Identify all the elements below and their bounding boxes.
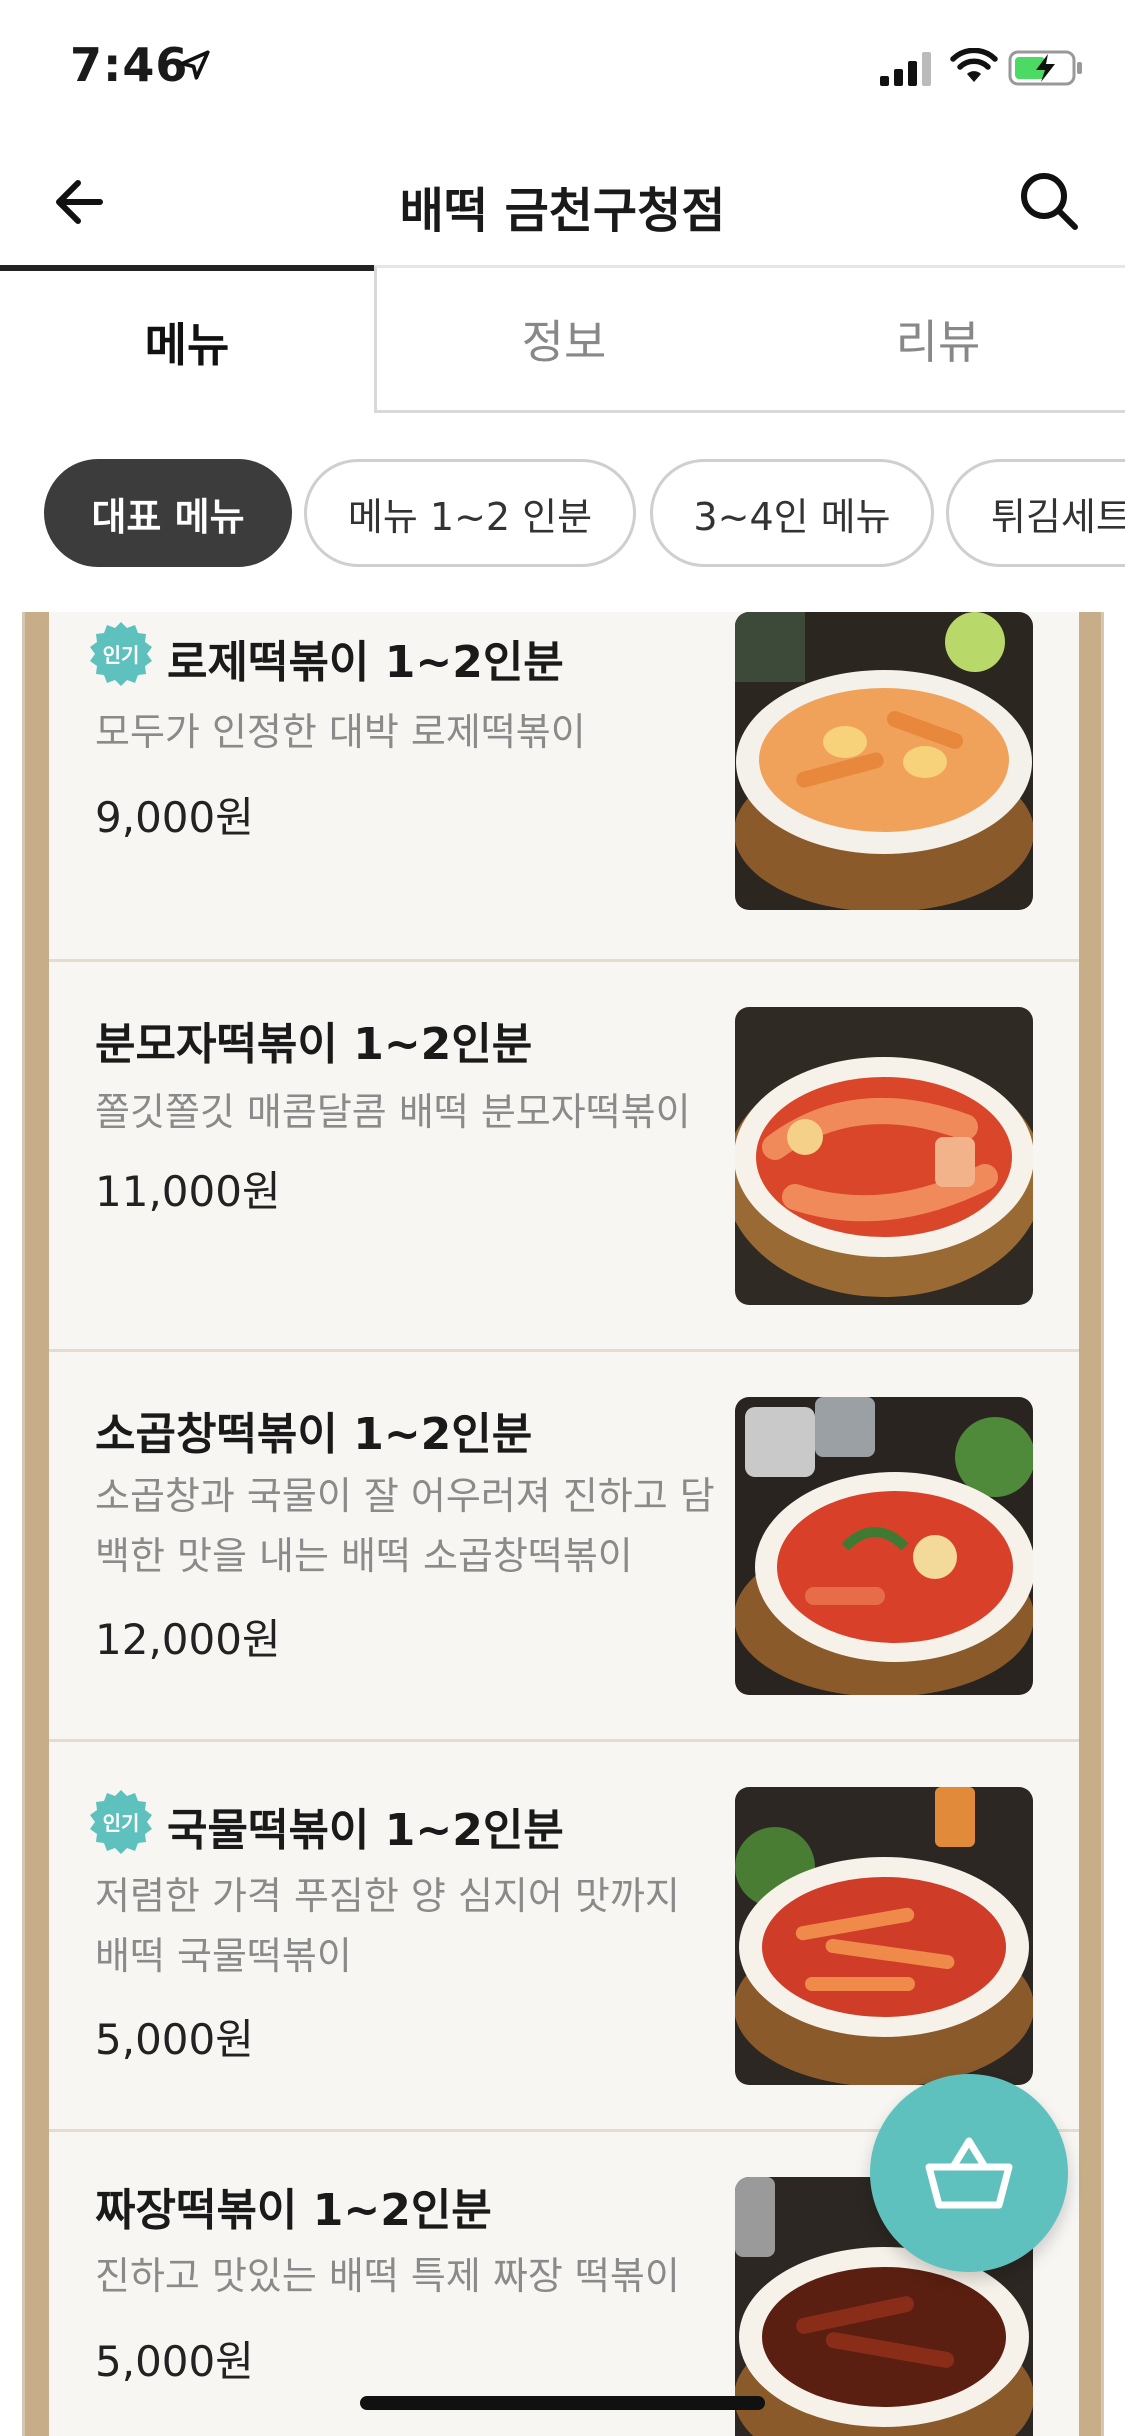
shopping-basket-icon xyxy=(925,2137,1013,2209)
tab-info[interactable]: 정보 xyxy=(374,265,751,413)
menu-item-description: 쫄깃쫄깃 매콤달콤 배떡 분모자떡볶이 xyxy=(95,1090,691,1134)
menu-item-price: 5,000원 xyxy=(95,2337,254,2386)
status-time: 7:46 xyxy=(70,38,189,92)
rose-tteokbokki-photo xyxy=(735,612,1033,910)
tab-reviews[interactable]: 리뷰 xyxy=(751,265,1125,413)
menu-item-price: 12,000원 xyxy=(95,1615,281,1664)
status-bar: 7:46 xyxy=(0,0,1125,135)
popular-badge-icon: 인기 xyxy=(90,1790,152,1854)
cellular-signal-icon xyxy=(880,52,931,86)
popular-badge-text: 인기 xyxy=(103,1811,140,1835)
menu-item-description: 소곱창과 국물이 잘 어우러져 진하고 담백한 맛을 내는 배떡 소곱창떡볶이 xyxy=(95,1474,715,1578)
tab-info-label: 정보 xyxy=(521,315,607,369)
tab-menu[interactable]: 메뉴 xyxy=(0,265,374,413)
home-indicator xyxy=(360,2396,765,2410)
menu-item-price: 9,000원 xyxy=(95,793,254,842)
popular-badge-icon: 인기 xyxy=(90,622,152,686)
bunmoja-tteokbokki-photo xyxy=(735,1007,1033,1305)
chip-signature-menu[interactable]: 대표 메뉴 xyxy=(44,459,292,567)
menu-item-name: 로제떡볶이 1~2인분 xyxy=(167,637,564,688)
wifi-icon xyxy=(950,48,998,82)
menu-item-description: 모두가 인정한 대박 로제떡볶이 xyxy=(95,710,586,754)
category-chips: 대표 메뉴 메뉴 1~2 인분 3~4인 메뉴 튀김세트 xyxy=(0,455,1125,571)
menu-item-description: 저렴한 가격 푸짐한 양 심지어 맛까지 배떡 국물떡볶이 xyxy=(95,1874,680,1978)
menu-item-name: 짜장떡볶이 1~2인분 xyxy=(95,2185,492,2236)
menu-item-price: 5,000원 xyxy=(95,2015,254,2064)
menu-item[interactable]: 인기 국물떡볶이 1~2인분 저렴한 가격 푸짐한 양 심지어 맛까지 배떡 국… xyxy=(49,1742,1079,2132)
cart-button[interactable] xyxy=(870,2074,1068,2272)
chip-menu-3-4[interactable]: 3~4인 메뉴 xyxy=(650,459,934,567)
tab-reviews-label: 리뷰 xyxy=(895,315,981,369)
chip-menu-1-2[interactable]: 메뉴 1~2 인분 xyxy=(304,459,636,567)
sogopchang-tteokbokki-photo xyxy=(735,1397,1033,1695)
menu-item-price: 11,000원 xyxy=(95,1167,281,1216)
menu-item[interactable]: 분모자떡볶이 1~2인분 쫄깃쫄깃 매콤달콤 배떡 분모자떡볶이 11,000원 xyxy=(49,962,1079,1352)
tab-menu-label: 메뉴 xyxy=(144,318,230,372)
top-app-bar: 배떡 금천구청점 xyxy=(0,135,1125,265)
search-icon[interactable] xyxy=(1013,165,1085,237)
menu-item[interactable]: 소곱창떡볶이 1~2인분 소곱창과 국물이 잘 어우러져 진하고 담백한 맛을 … xyxy=(49,1352,1079,1742)
location-arrow-icon xyxy=(180,50,210,80)
menu-item-name: 국물떡볶이 1~2인분 xyxy=(167,1805,564,1856)
battery-charging-icon xyxy=(1008,50,1082,86)
store-title: 배떡 금천구청점 xyxy=(399,183,726,239)
gukmul-tteokbokki-photo xyxy=(735,1787,1033,2085)
menu-item-name: 분모자떡볶이 1~2인분 xyxy=(95,1019,533,1070)
menu-item[interactable]: 인기 로제떡볶이 1~2인분 모두가 인정한 대박 로제떡볶이 9,000원 xyxy=(49,612,1079,962)
store-tabs: 메뉴 정보 리뷰 xyxy=(0,265,1125,413)
chip-fried-set[interactable]: 튀김세트 xyxy=(946,459,1125,567)
popular-badge-text: 인기 xyxy=(103,643,140,667)
menu-item-description: 진하고 맛있는 배떡 특제 짜장 떡볶이 xyxy=(95,2254,680,2298)
menu-item-name: 소곱창떡볶이 1~2인분 xyxy=(95,1409,533,1460)
